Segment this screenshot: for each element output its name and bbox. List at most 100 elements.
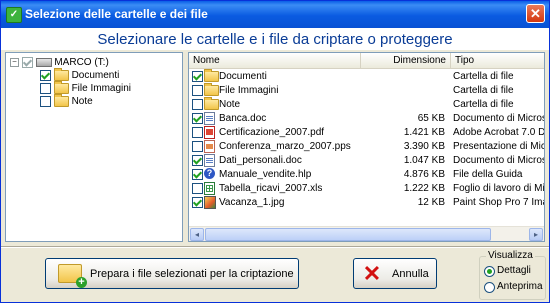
details-radio-label[interactable]: Dettagli <box>497 265 531 276</box>
table-row[interactable]: Documenti Cartella di file <box>189 68 544 83</box>
row-checkbox[interactable] <box>192 98 203 110</box>
table-row[interactable]: Tabella_ricavi_2007.xls 1.222 KB Foglio … <box>189 182 544 195</box>
tree-root-label: MARCO (T:) <box>54 57 109 68</box>
folder-tree[interactable]: − MARCO (T:) Documenti File Immagini Not… <box>5 52 183 242</box>
row-checkbox[interactable] <box>192 168 203 180</box>
table-row[interactable]: Certificazione_2007.pdf 1.421 KB Adobe A… <box>189 126 544 139</box>
file-name: Dati_personali.doc <box>219 155 302 166</box>
file-size: 1.222 KB <box>403 183 445 194</box>
file-size: 3.390 KB <box>403 141 445 152</box>
file-name: Vacanza_1.jpg <box>219 197 285 208</box>
file-size: 65 KB <box>417 113 445 124</box>
window-title: Selezione delle cartelle e dei file <box>25 7 208 21</box>
prepare-encryption-button[interactable]: Prepara i file selezionati per la cripta… <box>45 258 299 289</box>
tree-item-label: Documenti <box>71 70 120 81</box>
row-checkbox[interactable] <box>192 112 203 124</box>
excel-icon <box>204 182 215 195</box>
column-header-tipo[interactable]: Tipo <box>451 53 544 68</box>
file-type: Documento di Microsoft <box>453 113 544 124</box>
file-type: Paint Shop Pro 7 Image <box>453 197 544 208</box>
horizontal-scrollbar[interactable]: ◂ ▸ <box>189 226 544 241</box>
collapse-icon[interactable]: − <box>10 57 19 67</box>
table-row[interactable]: Conferenza_marzo_2007.pps 3.390 KB Prese… <box>189 140 544 153</box>
preview-radio-label[interactable]: Anteprima <box>497 281 543 292</box>
tree-item-label: Note <box>71 96 93 107</box>
folder-icon <box>53 67 69 81</box>
file-type: Cartella di file <box>453 99 514 110</box>
file-name: File Immagini <box>219 85 279 96</box>
file-name: Tabella_ricavi_2007.xls <box>219 183 323 194</box>
view-options-group: Visualizza Dettagli Anteprima <box>479 250 546 300</box>
view-group-title: Visualizza <box>486 250 535 261</box>
file-size: 4.876 KB <box>403 169 445 180</box>
file-size: 1.421 KB <box>403 127 445 138</box>
divider <box>1 246 549 248</box>
file-type: Documento di Microsoft <box>453 155 544 166</box>
cancel-button-label: Annulla <box>392 268 429 280</box>
app-icon: ✓ <box>6 7 22 23</box>
word-doc-icon <box>204 112 215 125</box>
file-size: 1.047 KB <box>403 155 445 166</box>
table-row[interactable]: Vacanza_1.jpg 12 KB Paint Shop Pro 7 Ima… <box>189 196 544 209</box>
tree-item-documenti[interactable]: Documenti <box>40 67 120 82</box>
scroll-left-button[interactable]: ◂ <box>190 228 204 241</box>
file-list[interactable]: Nome Dimensione Tipo Documenti Cartella … <box>188 52 545 242</box>
file-type: Adobe Acrobat 7.0 Doc <box>453 127 545 138</box>
file-size: 12 KB <box>417 197 445 208</box>
row-checkbox[interactable] <box>192 140 203 152</box>
close-button[interactable]: ✕ <box>526 4 545 23</box>
header-panel: Selezionare le cartelle e i file da crip… <box>1 28 549 50</box>
page-title: Selezionare le cartelle e i file da crip… <box>97 31 453 48</box>
file-type: File della Guida <box>453 169 523 180</box>
file-name: Documenti <box>219 71 267 82</box>
row-checkbox[interactable] <box>192 70 203 82</box>
file-name: Banca.doc <box>219 113 267 124</box>
image-icon <box>204 196 216 209</box>
table-row[interactable]: Note Cartella di file <box>189 96 544 111</box>
pdf-icon <box>204 126 215 139</box>
prepare-button-label: Prepara i file selezionati per la cripta… <box>90 268 294 280</box>
file-type: Cartella di file <box>453 71 514 82</box>
drive-icon <box>35 57 52 67</box>
file-type: Foglio di lavoro di Micros <box>453 183 545 194</box>
row-checkbox[interactable] <box>192 196 203 208</box>
cancel-button[interactable]: ✕ Annulla <box>353 258 437 289</box>
tree-root-checkbox[interactable] <box>21 56 33 68</box>
powerpoint-icon <box>204 140 215 153</box>
row-checkbox[interactable] <box>192 84 203 96</box>
scroll-right-button[interactable]: ▸ <box>529 228 543 241</box>
list-header: Nome Dimensione Tipo <box>189 53 544 69</box>
row-checkbox[interactable] <box>192 126 203 138</box>
table-row[interactable]: Banca.doc 65 KB Documento di Microsoft <box>189 112 544 125</box>
scrollbar-thumb[interactable] <box>205 228 491 241</box>
file-type: Cartella di file <box>453 85 514 96</box>
word-doc-icon <box>204 154 215 167</box>
tree-item-checkbox[interactable] <box>40 69 51 81</box>
tree-item-note[interactable]: Note <box>40 93 93 108</box>
tree-item-checkbox[interactable] <box>40 82 51 94</box>
column-header-dimensione[interactable]: Dimensione <box>361 53 451 68</box>
table-row[interactable]: File Immagini Cartella di file <box>189 82 544 97</box>
file-name: Manuale_vendite.hlp <box>219 169 312 180</box>
folder-icon <box>204 96 219 110</box>
folder-icon <box>204 82 219 96</box>
folder-icon <box>53 93 69 107</box>
file-type: Presentazione di Micros <box>453 141 545 152</box>
details-radio[interactable] <box>484 266 495 277</box>
dialog-window: ✓ Selezione delle cartelle e dei file ✕ … <box>0 0 550 303</box>
tree-item-checkbox[interactable] <box>40 95 51 107</box>
preview-radio[interactable] <box>484 282 495 293</box>
cancel-x-icon: ✕ <box>362 261 382 286</box>
file-name: Certificazione_2007.pdf <box>219 127 325 138</box>
table-row[interactable]: ? Manuale_vendite.hlp 4.876 KB File dell… <box>189 168 544 181</box>
tree-item-label: File Immagini <box>71 83 132 94</box>
file-name: Conferenza_marzo_2007.pps <box>219 141 351 152</box>
folder-icon <box>53 80 69 94</box>
row-checkbox[interactable] <box>192 154 203 166</box>
column-header-nome[interactable]: Nome <box>189 53 361 68</box>
folder-icon <box>204 68 219 82</box>
row-checkbox[interactable] <box>192 182 203 194</box>
title-bar[interactable]: ✓ Selezione delle cartelle e dei file ✕ <box>1 1 549 28</box>
help-file-icon: ? <box>204 168 215 179</box>
table-row[interactable]: Dati_personali.doc 1.047 KB Documento di… <box>189 154 544 167</box>
